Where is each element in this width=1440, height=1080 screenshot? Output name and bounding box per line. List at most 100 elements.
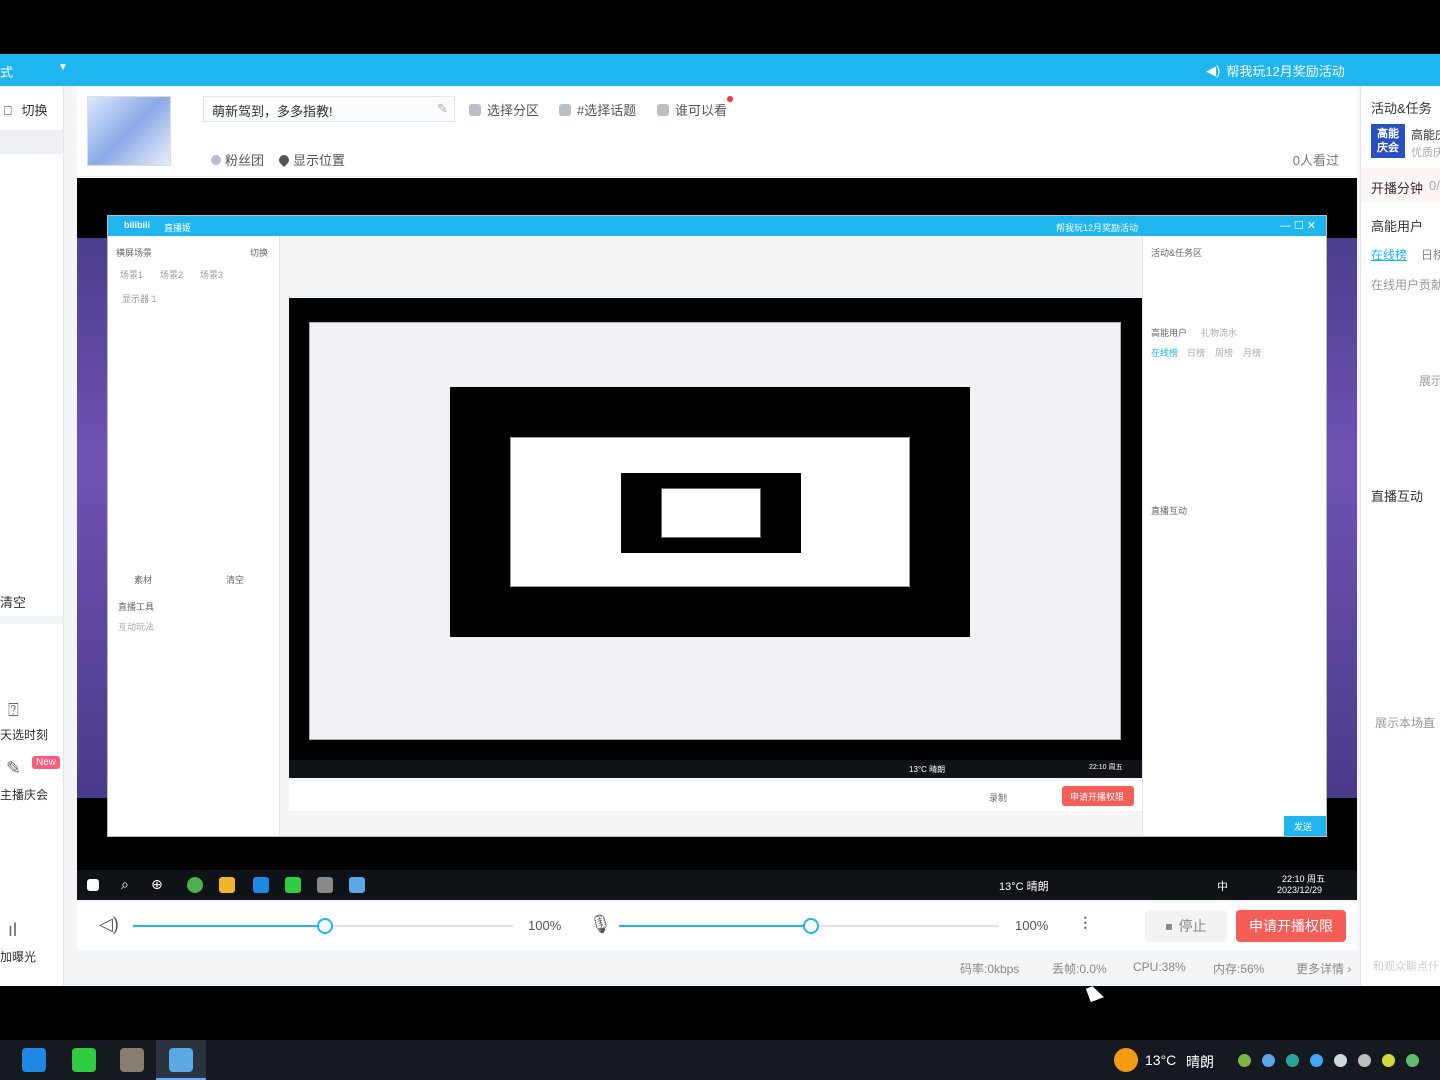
stop-icon: ⏹ (1165, 917, 1173, 934)
mixer-icon[interactable]: ⫶ (1083, 914, 1088, 935)
lock-icon: ⎕ (4, 103, 12, 118)
nested-scene3: 场景3 (200, 270, 224, 280)
location-button[interactable]: 显示位置 (276, 150, 345, 169)
mic-icon[interactable]: 🎙 (589, 914, 612, 935)
nested-weather: 13°C 晴朗 (909, 765, 946, 774)
drop-status: 丢帧:0.0% (1052, 962, 1107, 976)
minutes-label: 开播分钟 (1371, 181, 1424, 196)
nested-clear: 清空 (226, 575, 245, 585)
tab-online[interactable]: 在线榜 (1371, 246, 1407, 263)
switch-scene-button[interactable]: ⎕ 切换 (4, 100, 47, 119)
exposure-label[interactable]: 加曝光 (0, 948, 36, 965)
fans-icon (211, 154, 221, 165)
nested-tools: 直播工具 (118, 602, 155, 612)
kook-icon[interactable] (72, 1048, 96, 1072)
window-controls[interactable]: — ☐ ✕ (1280, 219, 1316, 232)
fans-club-button[interactable]: 粉丝团 (211, 150, 264, 169)
player-icon[interactable] (22, 1048, 46, 1072)
more-details-link[interactable]: 更多详情 › (1296, 960, 1351, 977)
captured-taskbar: ⌕ ⊕ 13°C 晴朗 中 22:10 周五 2023/12/29 (77, 870, 1357, 900)
stream-info-bar: 萌新驾到，多多指教! ✎ 选择分区 #选择话题 谁可以看 粉丝团 显示位置 0人… (77, 86, 1357, 176)
nested-gift-flow: 礼物流水 (1201, 328, 1238, 338)
game-icon (317, 877, 333, 893)
nested-weekly: 周榜 (1215, 348, 1234, 358)
category-select[interactable]: 选择分区 (469, 100, 539, 119)
nested-monitor: 显示器 1 (122, 294, 157, 304)
apply-broadcast-button[interactable]: 申请开播权限 (1236, 910, 1346, 942)
tray-icon-7[interactable] (1382, 1054, 1395, 1067)
stream-title-text: 萌新驾到，多多指教! (212, 104, 333, 119)
nested-preview (289, 298, 1142, 778)
tray-icon-4[interactable] (1310, 1054, 1323, 1067)
celebration-label[interactable]: 主播庆会 (0, 786, 48, 803)
nested-scene-label: 横屏场景 (116, 248, 153, 258)
nested-preview-2 (309, 322, 1121, 740)
captured-weather: 13°C 晴朗 (999, 881, 1049, 893)
game-icon[interactable] (120, 1048, 144, 1072)
nested-scene1: 场景1 (120, 270, 144, 280)
speaker-slider-knob[interactable] (317, 918, 333, 934)
mode-label: 式 (0, 65, 14, 80)
high-energy-users-title: 高能用户 (1371, 219, 1424, 234)
kook-icon (285, 877, 301, 893)
tab-daily[interactable]: 日榜 (1421, 246, 1440, 263)
nested-interact: 互动玩法 (118, 622, 155, 632)
mouse-cursor (1086, 984, 1104, 1002)
topic-icon (559, 103, 571, 116)
player-icon (253, 877, 269, 893)
os-weather-temp[interactable]: 13°C (1145, 1052, 1176, 1068)
location-pin-icon (276, 152, 292, 167)
nested-send-label: 发送 (1294, 822, 1313, 832)
empty-hint: 展示 (1419, 374, 1440, 388)
edit-icon[interactable]: ✎ (437, 101, 448, 117)
fans-club-label: 粉丝团 (225, 153, 265, 168)
chevron-down-icon[interactable]: ▼ (58, 62, 68, 73)
nested-preview-6 (661, 488, 761, 538)
clear-button[interactable]: 清空 (0, 592, 26, 611)
promo-link[interactable]: ◀) 帮我玩12月奖励活动 (1206, 61, 1345, 80)
activity-sub: 优质庆 (1411, 147, 1440, 159)
mic-slider-knob[interactable] (803, 918, 819, 934)
high-energy-logo[interactable]: 高能 庆会 (1371, 124, 1405, 158)
nested-live-interact: 直播互动 (1151, 506, 1188, 516)
nested-scene2: 场景2 (160, 270, 184, 280)
nested-activities: 活动&任务区 (1151, 248, 1203, 258)
visibility-select[interactable]: 谁可以看 (657, 96, 734, 119)
timed-pick-icon[interactable]: ⍰ (8, 700, 19, 721)
control-bar: ◁) 100% 🎙 100% ⫶ ⏹ 停止 申请开播权限 (77, 902, 1357, 950)
chat-input[interactable]: 和观众聊点什 (1373, 958, 1439, 974)
nested-taskbar: 13°C 晴朗 22:10 周五 (289, 760, 1142, 778)
nested-right-panel: 活动&任务区 高能用户 礼物流水 在线榜 日榜 周榜 月榜 直播互动 发送 (1142, 236, 1326, 836)
topic-label: #选择话题 (577, 103, 637, 118)
os-weather-desc[interactable]: 晴朗 (1186, 1052, 1214, 1072)
exposure-icon[interactable]: ıl (8, 920, 17, 941)
visibility-icon (657, 103, 669, 116)
switch-label: 切换 (21, 103, 48, 118)
tray-icon-1[interactable] (1238, 1054, 1251, 1067)
tray-icon-2[interactable] (1262, 1054, 1275, 1067)
os-taskbar: 13°C 晴朗 (0, 1040, 1440, 1080)
celebration-icon[interactable]: ✎ (6, 758, 21, 779)
stop-button[interactable]: ⏹ 停止 (1145, 910, 1227, 942)
tray-icon-6[interactable] (1358, 1054, 1371, 1067)
speaker-icon[interactable]: ◁) (99, 914, 119, 935)
activity-name: 高能庆 (1411, 128, 1440, 142)
visibility-label: 谁可以看 (675, 96, 734, 119)
right-panel: 活动&任务 高能庆会 高能庆 优质庆 开播分钟 0/ 高能用户 在线榜 日榜 在… (1360, 86, 1440, 986)
game-bg-left (77, 238, 107, 798)
cover-thumbnail[interactable] (87, 96, 171, 166)
weather-icon[interactable] (1114, 1048, 1138, 1072)
timed-pick-label[interactable]: 天选时刻 (0, 726, 48, 743)
stream-title-input[interactable]: 萌新驾到，多多指教! ✎ (203, 96, 455, 122)
topic-select[interactable]: #选择话题 (559, 100, 636, 119)
live-app-icon[interactable] (169, 1048, 193, 1072)
speaker-volume-slider[interactable] (133, 918, 513, 934)
new-badge: New (32, 756, 61, 769)
tray-icon-3[interactable] (1286, 1054, 1299, 1067)
tray-icon-8[interactable] (1406, 1054, 1419, 1067)
tray-icon-5[interactable] (1334, 1054, 1347, 1067)
activities-title: 活动&任务 (1371, 101, 1432, 116)
nested-app-capture: bilibili 直播姬 帮我玩12月奖励活动 — ☐ ✕ 横屏场景 切换 场景… (107, 215, 1327, 837)
stream-preview[interactable]: bilibili 直播姬 帮我玩12月奖励活动 — ☐ ✕ 横屏场景 切换 场景… (77, 178, 1357, 900)
mic-volume-slider[interactable] (619, 918, 999, 934)
